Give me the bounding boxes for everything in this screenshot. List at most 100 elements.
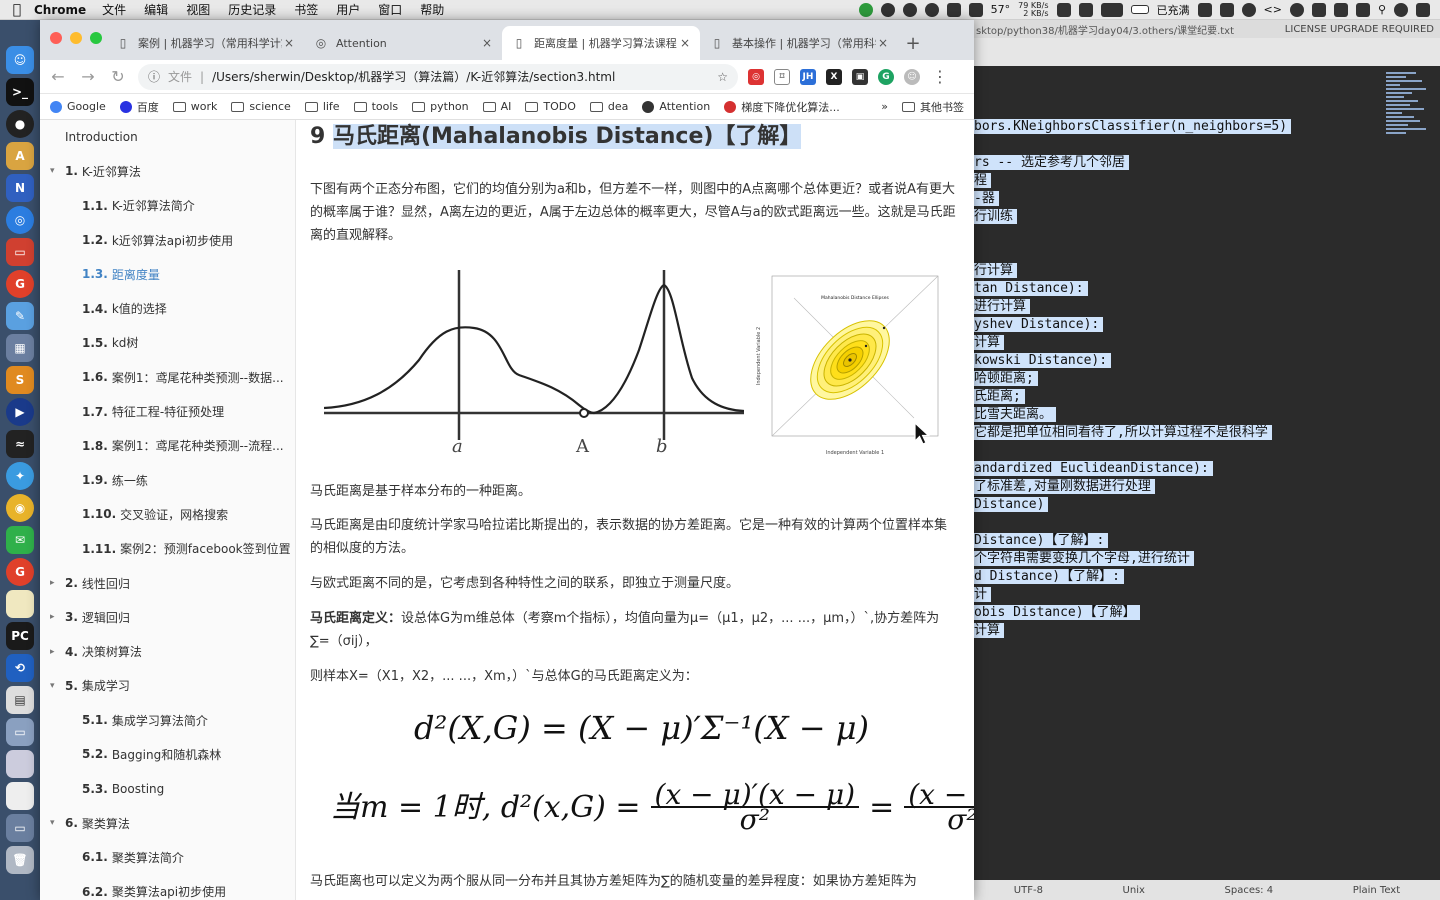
- forward-arrow-icon[interactable]: →: [78, 67, 98, 86]
- app-g-icon[interactable]: G: [6, 270, 34, 298]
- siri-icon[interactable]: [1241, 2, 1256, 17]
- toc-item[interactable]: ▾ 1. K-近邻算法: [40, 154, 295, 188]
- encoding-status[interactable]: UTF-8: [1014, 885, 1043, 896]
- info-icon[interactable]: ⓘ: [148, 68, 160, 85]
- chevron-down-icon[interactable]: ▾: [50, 818, 55, 828]
- screen-icon[interactable]: ▦: [6, 334, 34, 362]
- menu-history[interactable]: 历史记录: [228, 1, 276, 18]
- toc-item[interactable]: 1.7. 特征工程-特征预处理: [40, 394, 295, 428]
- extension-x-icon[interactable]: X: [826, 68, 842, 85]
- bookmark-item[interactable]: Google: [50, 100, 106, 113]
- bookmark-item[interactable]: life: [304, 100, 340, 113]
- apple-icon[interactable]: : [0, 2, 34, 18]
- close-tab-icon[interactable]: ×: [282, 36, 296, 50]
- dropbox-icon[interactable]: [1333, 2, 1348, 17]
- editor-code[interactable]: bors.KNeighborsClassifier(n_neighbors=5)…: [974, 118, 1440, 640]
- browser-tab[interactable]: ▯ 基本操作 | 机器学习（常用科学 ×: [700, 26, 898, 60]
- preview-icon[interactable]: [6, 750, 34, 778]
- toc-item[interactable]: 1.4. k值的选择: [40, 291, 295, 325]
- weibo-icon[interactable]: G: [6, 558, 34, 586]
- profile-avatar-icon[interactable]: ☺: [904, 68, 920, 85]
- display-icon[interactable]: [946, 2, 961, 17]
- obs-icon[interactable]: ●: [6, 110, 34, 138]
- activity-monitor-icon[interactable]: ≈: [6, 430, 34, 458]
- weather-temp[interactable]: 57°: [991, 3, 1011, 16]
- chevron-right-icon[interactable]: ▸: [50, 578, 55, 588]
- bookmarks-overflow[interactable]: »: [881, 100, 888, 113]
- volume-icon[interactable]: [1311, 2, 1326, 17]
- app-menu[interactable]: Chrome: [34, 3, 86, 17]
- status-app-icon[interactable]: [858, 2, 873, 17]
- toc-item[interactable]: 1.2. k近邻算法api初步使用: [40, 223, 295, 257]
- chevron-down-icon[interactable]: ▾: [50, 166, 55, 176]
- monitor-icon[interactable]: ▭: [6, 718, 34, 746]
- toc-item[interactable]: 1.5. kd树: [40, 326, 295, 360]
- launcher-icon[interactable]: ◎: [6, 206, 34, 234]
- back-icon[interactable]: ⟲: [6, 654, 34, 682]
- maximize-window-icon[interactable]: [90, 32, 102, 44]
- finder-icon[interactable]: ☺: [6, 46, 34, 74]
- menu-file[interactable]: 文件: [102, 1, 126, 18]
- bookmark-item[interactable]: Attention: [642, 100, 710, 113]
- bookmark-status-icon[interactable]: [1056, 2, 1071, 17]
- browser-tab[interactable]: ▯ 案例 | 机器学习（常用科学计算 ×: [106, 26, 304, 60]
- chrome-icon[interactable]: ◉: [6, 494, 34, 522]
- chevron-down-icon[interactable]: ▾: [50, 681, 55, 691]
- wechat-icon[interactable]: ✉: [6, 526, 34, 554]
- remote-desktop-icon[interactable]: ▭: [6, 238, 34, 266]
- windows-icon[interactable]: [1219, 2, 1234, 17]
- toc-item[interactable]: 6.2. 聚类算法api初步使用: [40, 875, 295, 900]
- toc-item[interactable]: ▾ 6. 聚类算法: [40, 806, 295, 840]
- memory-icon[interactable]: [1078, 2, 1093, 17]
- bookmark-item[interactable]: 梯度下降优化算法...: [724, 99, 840, 115]
- chrome-menu-icon[interactable]: ⋮: [930, 67, 950, 86]
- extension-grammarly-icon[interactable]: G: [878, 68, 894, 85]
- syntax-status[interactable]: Plain Text: [1353, 885, 1400, 896]
- toc-item[interactable]: ▸ 4. 决策树算法: [40, 634, 295, 668]
- new-tab-button[interactable]: +: [898, 26, 928, 60]
- wechat-status-icon[interactable]: [1355, 2, 1370, 17]
- close-tab-icon[interactable]: ×: [876, 36, 890, 50]
- bookmark-item[interactable]: dea: [589, 100, 628, 113]
- user-icon[interactable]: [1394, 2, 1408, 17]
- toc-item[interactable]: 5.1. 集成学习算法简介: [40, 703, 295, 737]
- toc-item[interactable]: 1.3. 距离度量: [40, 257, 295, 291]
- vpn-icon[interactable]: [880, 2, 895, 17]
- textedit-icon[interactable]: A: [6, 142, 34, 170]
- code-icon[interactable]: <>: [1264, 3, 1282, 16]
- other-bookmarks[interactable]: 其他书签: [902, 99, 964, 115]
- onenote-icon[interactable]: N: [6, 174, 34, 202]
- menu-window[interactable]: 窗口: [378, 1, 402, 18]
- cpu-graph-icon[interactable]: [1100, 2, 1123, 17]
- quicktime-icon[interactable]: ▶: [6, 398, 34, 426]
- toc-item[interactable]: ▸ 2. 线性回归: [40, 566, 295, 600]
- menu-bookmarks[interactable]: 书签: [294, 1, 318, 18]
- safari-icon[interactable]: ✦: [6, 462, 34, 490]
- airplay-icon[interactable]: [1197, 2, 1212, 17]
- extension-adblock-icon[interactable]: ◎: [748, 68, 764, 85]
- bookmark-item[interactable]: tools: [353, 100, 398, 113]
- pycharm-icon[interactable]: PC: [6, 622, 34, 650]
- toc-item[interactable]: 5.2. Bagging和随机森林: [40, 737, 295, 771]
- line-ending-status[interactable]: Unix: [1123, 885, 1145, 896]
- toc-item[interactable]: Introduction: [40, 120, 295, 154]
- terminal-icon[interactable]: >_: [6, 78, 34, 106]
- reload-icon[interactable]: ↻: [108, 67, 128, 86]
- extension-github-icon[interactable]: ▣: [852, 68, 868, 85]
- notes-icon[interactable]: [6, 590, 34, 618]
- toc-item[interactable]: 1.8. 案例1：鸢尾花种类预测--流程...: [40, 429, 295, 463]
- close-window-icon[interactable]: [50, 32, 62, 44]
- battery-status[interactable]: 已充满: [1157, 2, 1190, 18]
- wifi-icon[interactable]: [1289, 2, 1304, 17]
- bookmark-item[interactable]: AI: [482, 100, 511, 113]
- menu-help[interactable]: 帮助: [420, 1, 444, 18]
- chevron-right-icon[interactable]: ▸: [50, 647, 55, 657]
- bookmark-item[interactable]: TODO: [525, 100, 576, 113]
- battery-icon[interactable]: [1130, 5, 1149, 14]
- menu-edit[interactable]: 编辑: [144, 1, 168, 18]
- browser-tab[interactable]: ◎ Attention ×: [304, 26, 502, 60]
- notification-icon[interactable]: [1416, 2, 1430, 17]
- bookmark-item[interactable]: python: [412, 100, 469, 113]
- toc-item[interactable]: 5.3. Boosting: [40, 772, 295, 806]
- bookmark-item[interactable]: 百度: [119, 99, 159, 115]
